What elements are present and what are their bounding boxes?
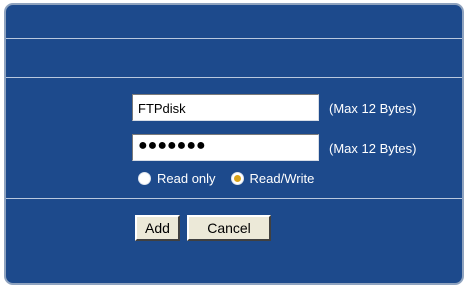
access-mode-group: Read only Read/Write	[138, 168, 329, 188]
password-input[interactable]: ●●●●●●●	[132, 134, 319, 161]
disk-name-hint: (Max 12 Bytes)	[329, 101, 417, 116]
password-hint: (Max 12 Bytes)	[329, 141, 417, 156]
divider-middle	[6, 77, 462, 78]
divider-top	[6, 38, 462, 39]
form-panel: (Max 12 Bytes) ●●●●●●● (Max 12 Bytes) Re…	[4, 3, 464, 285]
add-button[interactable]: Add	[135, 215, 180, 241]
divider-bottom	[6, 198, 462, 199]
read-only-radio[interactable]	[138, 171, 151, 185]
cancel-button[interactable]: Cancel	[187, 215, 271, 241]
read-only-label: Read only	[157, 170, 216, 186]
read-write-label: Read/Write	[249, 170, 315, 186]
disk-name-input[interactable]	[132, 94, 319, 121]
read-write-radio[interactable]	[230, 171, 244, 185]
